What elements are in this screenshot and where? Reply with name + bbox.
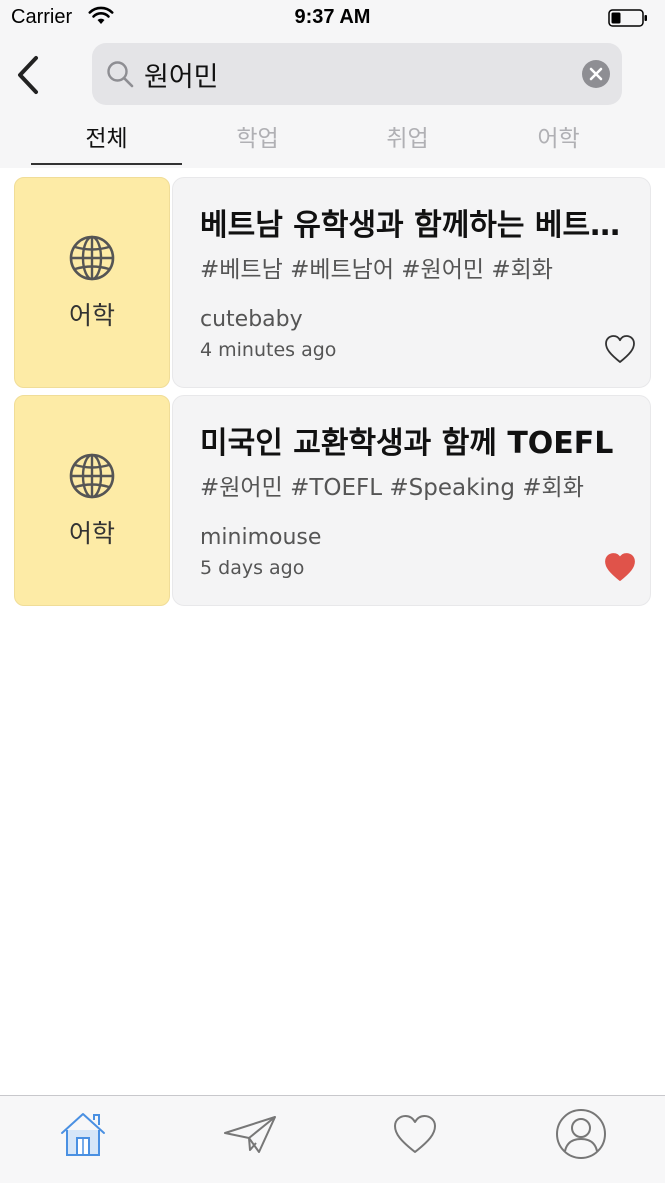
status-bar: Carrier 9:37 AM xyxy=(0,0,665,38)
clear-search-button[interactable] xyxy=(582,60,610,88)
chevron-left-icon xyxy=(18,56,38,94)
post-author: minimouse xyxy=(200,525,322,550)
tab-all[interactable]: 전체 xyxy=(31,118,182,168)
tab-employment[interactable]: 취업 xyxy=(332,118,483,168)
tab-study[interactable]: 학업 xyxy=(182,118,333,168)
result-card: 어학 베트남 유학생과 함께하는 베트남어 회화 #베트남 #베트남어 #원어민… xyxy=(14,177,651,388)
search-icon xyxy=(106,60,134,92)
result-card: 어학 미국인 교환학생과 함께 TOEFL #원어민 #TOEFL #Speak… xyxy=(14,395,651,606)
search-input[interactable] xyxy=(144,54,564,94)
heart-filled-icon xyxy=(605,553,635,581)
tabbar-profile[interactable] xyxy=(551,1106,611,1162)
category-badge[interactable]: 어학 xyxy=(14,177,170,388)
search-bar[interactable] xyxy=(92,43,622,105)
close-icon xyxy=(589,67,603,81)
category-badge[interactable]: 어학 xyxy=(14,395,170,606)
post-title: 미국인 교환학생과 함께 TOEFL xyxy=(200,426,614,461)
globe-icon xyxy=(69,453,115,498)
active-tab-indicator xyxy=(31,163,182,165)
tabbar-favorites[interactable] xyxy=(385,1106,445,1162)
category-label: 어학 xyxy=(68,518,115,548)
home-icon xyxy=(61,1113,105,1156)
heart-icon xyxy=(394,1115,436,1153)
heart-outline-icon xyxy=(605,335,635,363)
tabbar-home[interactable] xyxy=(53,1106,113,1162)
post-tags: #베트남 #베트남어 #원어민 #회화 xyxy=(200,257,553,283)
result-card-body[interactable]: 미국인 교환학생과 함께 TOEFL #원어민 #TOEFL #Speaking… xyxy=(172,395,651,606)
search-header: 전체 학업 취업 어학 xyxy=(0,38,665,168)
back-button[interactable] xyxy=(10,52,46,98)
category-tabs: 전체 학업 취업 어학 xyxy=(0,118,665,168)
post-author: cutebaby xyxy=(200,307,303,332)
post-time: 4 minutes ago xyxy=(200,339,337,361)
tabbar-send[interactable] xyxy=(220,1106,280,1162)
category-label: 어학 xyxy=(68,300,115,330)
result-card-body[interactable]: 베트남 유학생과 함께하는 베트남어 회화 #베트남 #베트남어 #원어민 #회… xyxy=(172,177,651,388)
like-button[interactable] xyxy=(604,552,636,582)
globe-icon xyxy=(69,235,115,280)
post-title: 베트남 유학생과 함께하는 베트남어 회화 xyxy=(200,208,630,243)
send-icon xyxy=(224,1116,276,1153)
like-button[interactable] xyxy=(604,334,636,364)
post-tags: #원어민 #TOEFL #Speaking #회화 xyxy=(200,475,584,501)
battery-icon xyxy=(608,9,648,27)
profile-icon xyxy=(556,1109,606,1159)
post-time: 5 days ago xyxy=(200,557,305,579)
bottom-tab-bar xyxy=(0,1095,665,1183)
clock: 9:37 AM xyxy=(294,6,371,28)
tab-language[interactable]: 어학 xyxy=(483,118,634,168)
screen: Carrier 9:37 AM 원어민 전체 학업 취업 어학 어학 베트남 유… xyxy=(0,0,665,1183)
